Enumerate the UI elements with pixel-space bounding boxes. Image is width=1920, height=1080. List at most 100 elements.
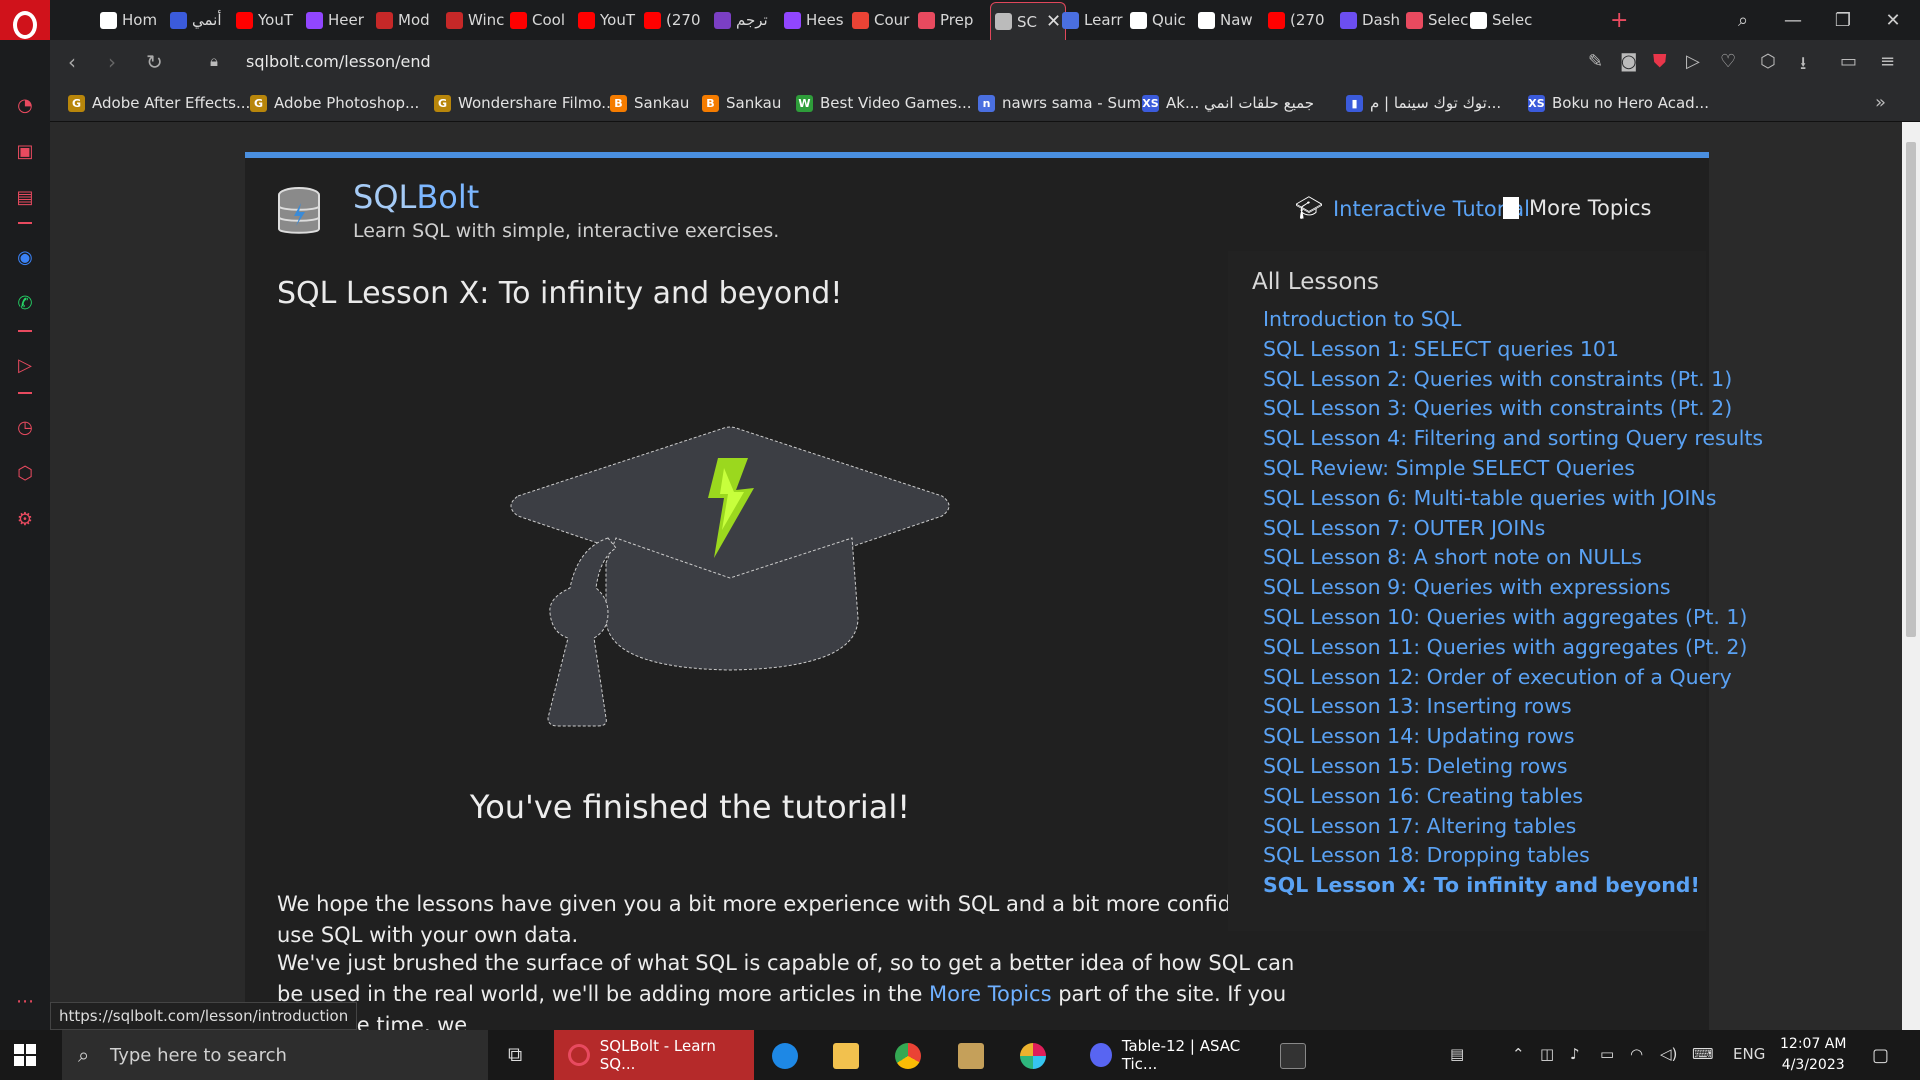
browser-tab[interactable]: Hees <box>784 5 844 35</box>
bookmark-item[interactable]: XS Boku no Hero Acad... <box>1528 94 1709 112</box>
bookmark-item[interactable]: B Sankau <box>610 94 689 112</box>
browser-tab[interactable]: YouT <box>236 5 293 35</box>
scrollbar-thumb[interactable] <box>1906 142 1916 637</box>
lesson-link[interactable]: SQL Lesson 18: Dropping tables <box>1263 843 1590 867</box>
edit-icon[interactable]: ✎ <box>1588 51 1603 72</box>
notifications-icon[interactable]: ▢ <box>1872 1045 1889 1066</box>
menu-icon[interactable]: ≡ <box>1880 51 1895 72</box>
download-icon[interactable]: ⭳ <box>1800 51 1806 81</box>
lesson-link[interactable]: SQL Lesson X: To infinity and beyond! <box>1263 873 1700 897</box>
browser-tab[interactable]: Cool <box>510 5 565 35</box>
settings-icon[interactable]: ⚙ <box>13 508 37 532</box>
more-bookmarks-icon[interactable]: » <box>1875 92 1886 113</box>
lesson-link[interactable]: SQL Lesson 9: Queries with expressions <box>1263 575 1671 599</box>
bookmark-item[interactable]: n nawrs sama - Sum... <box>978 94 1155 112</box>
browser-tab[interactable]: Prep <box>918 5 973 35</box>
lesson-link[interactable]: SQL Lesson 17: Altering tables <box>1263 814 1576 838</box>
heart-icon[interactable]: ♡ <box>1720 51 1736 72</box>
language-indicator[interactable]: ENG <box>1733 1045 1765 1063</box>
bookmark-item[interactable]: G Adobe After Effects... <box>68 94 250 112</box>
new-tab-button[interactable]: + <box>1610 5 1628 35</box>
browser-tab[interactable]: YouT <box>578 5 635 35</box>
browser-tab[interactable]: Selec <box>1406 5 1468 35</box>
speed-dial-icon[interactable]: ◔ <box>13 94 37 118</box>
lesson-link[interactable]: SQL Lesson 11: Queries with aggregates (… <box>1263 635 1747 659</box>
twitch-icon[interactable]: ▤ <box>13 186 37 210</box>
cube-icon[interactable]: ⬡ <box>1760 51 1776 72</box>
browser-tab[interactable]: (270 <box>1268 5 1324 35</box>
terminal-icon[interactable] <box>1280 1043 1306 1069</box>
task-view-icon[interactable]: ⧉ <box>508 1042 522 1066</box>
bookmark-item[interactable]: W Best Video Games... <box>796 94 972 112</box>
chevron-up-icon[interactable]: ⌃ <box>1512 1045 1525 1063</box>
browser-tab[interactable]: Quic <box>1130 5 1186 35</box>
browser-tab[interactable]: Learr <box>1062 5 1123 35</box>
microphone-icon[interactable]: ♪ <box>1570 1045 1580 1063</box>
camera-tray-icon[interactable]: ◫ <box>1540 1045 1554 1063</box>
battery-icon[interactable]: ▭ <box>1840 51 1857 72</box>
workspace-icon[interactable]: ▣ <box>13 140 37 164</box>
wifi-icon[interactable]: ◠ <box>1630 1045 1643 1063</box>
chrome-icon[interactable] <box>895 1043 921 1069</box>
taskbar-discord-app[interactable]: Table-12 | ASAC Tic... <box>1076 1030 1266 1080</box>
url-field[interactable]: sqlbolt.com/lesson/end <box>246 52 431 71</box>
lesson-link[interactable]: SQL Lesson 3: Queries with constraints (… <box>1263 396 1732 420</box>
bookmark-item[interactable]: XS Ak... جميع حلقات انمي <box>1142 94 1314 112</box>
minimize-button[interactable]: — <box>1768 0 1818 40</box>
lesson-link[interactable]: SQL Lesson 2: Queries with constraints (… <box>1263 367 1732 391</box>
clock[interactable]: 12:07 AM 4/3/2023 <box>1780 1034 1846 1076</box>
lesson-link[interactable]: SQL Lesson 12: Order of execution of a Q… <box>1263 665 1732 689</box>
keyboard-icon[interactable]: ⌨ <box>1692 1045 1714 1063</box>
send-icon[interactable]: ▷ <box>1686 51 1700 72</box>
lesson-link[interactable]: SQL Lesson 16: Creating tables <box>1263 784 1583 808</box>
browser-tab[interactable]: Hom <box>100 5 157 35</box>
reload-icon[interactable]: ↻ <box>146 50 163 74</box>
more-topics-inline-link[interactable]: More Topics <box>929 982 1052 1006</box>
start-button[interactable] <box>14 1044 36 1066</box>
messenger-icon[interactable]: ◉ <box>13 246 37 270</box>
browser-tab[interactable]: Heer <box>306 5 364 35</box>
lesson-link[interactable]: SQL Lesson 15: Deleting rows <box>1263 754 1568 778</box>
close-window-button[interactable]: ✕ <box>1868 0 1918 40</box>
browser-tab[interactable]: SC ✕ <box>990 2 1067 40</box>
browser-tab[interactable]: Winc <box>446 5 504 35</box>
restore-button[interactable]: ❐ <box>1818 0 1868 40</box>
lesson-link[interactable]: SQL Lesson 6: Multi-table queries with J… <box>1263 486 1716 510</box>
browser-tab[interactable]: Naw <box>1198 5 1253 35</box>
edge-icon[interactable] <box>772 1043 798 1069</box>
extensions-icon[interactable]: ⬡ <box>13 462 37 486</box>
bookmark-item[interactable]: G Adobe Photoshop... <box>250 94 419 112</box>
bookmark-item[interactable]: ▮ توك توك سينما | م... <box>1346 94 1501 112</box>
bookmark-item[interactable]: G Wondershare Filmo... <box>434 94 616 112</box>
lesson-link[interactable]: SQL Lesson 13: Inserting rows <box>1263 694 1572 718</box>
search-tabs-icon[interactable]: ⌕ <box>1718 0 1768 40</box>
lesson-link[interactable]: Introduction to SQL <box>1263 307 1461 331</box>
more-topics-link[interactable]: More Topics <box>1503 196 1652 220</box>
lesson-link[interactable]: SQL Lesson 10: Queries with aggregates (… <box>1263 605 1747 629</box>
interactive-tutorial-link[interactable]: 🎓︎ Interactive Tutorial <box>1295 196 1530 221</box>
lesson-link[interactable]: SQL Lesson 8: A short note on NULLs <box>1263 545 1642 569</box>
league-icon[interactable] <box>958 1043 984 1069</box>
back-icon[interactable]: ‹ <box>68 50 76 74</box>
browser-tab[interactable]: Dash <box>1340 5 1400 35</box>
page-scrollbar[interactable] <box>1902 122 1920 1030</box>
browser-tab[interactable]: ترجم <box>714 5 768 35</box>
lesson-link[interactable]: SQL Review: Simple SELECT Queries <box>1263 456 1635 480</box>
more-icon[interactable]: ⋯ <box>13 990 37 1014</box>
player-icon[interactable]: ▷ <box>13 354 37 378</box>
browser-tab[interactable]: Selec <box>1470 5 1532 35</box>
lesson-link[interactable]: SQL Lesson 4: Filtering and sorting Quer… <box>1263 426 1763 450</box>
lesson-link[interactable]: SQL Lesson 1: SELECT queries 101 <box>1263 337 1619 361</box>
volume-icon[interactable]: ◁) <box>1660 1045 1677 1063</box>
news-icon[interactable]: ▤ <box>1450 1045 1464 1063</box>
close-tab-icon[interactable]: ✕ <box>1046 11 1061 32</box>
bookmark-item[interactable]: B Sankau <box>702 94 781 112</box>
shield-icon[interactable]: ⛊ <box>1653 51 1667 72</box>
browser-tab[interactable]: أنمي <box>170 5 222 35</box>
taskbar-opera-app[interactable]: SQLBolt - Learn SQ... <box>554 1030 754 1080</box>
history-icon[interactable]: ◷ <box>13 416 37 440</box>
forward-icon[interactable]: › <box>108 50 116 74</box>
taskbar-search[interactable]: ⌕ Type here to search <box>62 1030 488 1080</box>
slack-icon[interactable] <box>1020 1043 1046 1069</box>
file-explorer-icon[interactable] <box>833 1043 859 1069</box>
